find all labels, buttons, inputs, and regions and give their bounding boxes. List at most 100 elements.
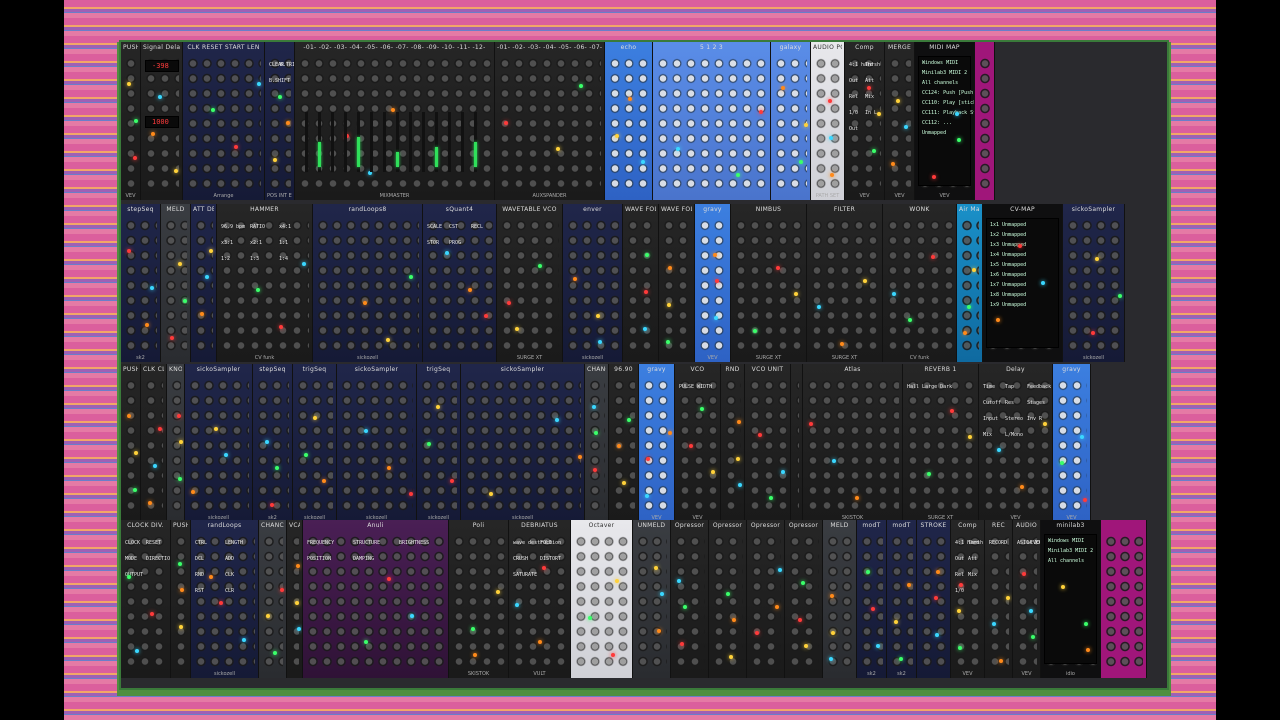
channel-fader[interactable]: [344, 112, 347, 172]
module-controls[interactable]: [890, 534, 913, 668]
module-anuli[interactable]: Anuli FREQUENCY STRUCTURE BRIGHTNESS POSITIO…: [303, 520, 449, 678]
module-controls[interactable]: [750, 534, 781, 668]
channel-fader[interactable]: [370, 112, 373, 172]
module-controls[interactable]: [860, 534, 883, 668]
module-controls[interactable]: [612, 378, 635, 512]
module-controls[interactable]: [124, 218, 157, 352]
module-rec[interactable]: REC RECORD: [985, 520, 1013, 678]
module-controls[interactable]: [920, 534, 947, 668]
module-opressor-1[interactable]: Opressor: [671, 520, 709, 678]
module-echo[interactable]: echo: [605, 42, 653, 200]
module-controls[interactable]: [626, 218, 655, 352]
module-controls[interactable]: [642, 378, 671, 512]
module-controls[interactable]: [124, 534, 167, 668]
module-cv-map[interactable]: CV-MAP 1x1 Unmapped 1x2 Unmapped 1x3 Unmapp…: [983, 204, 1063, 362]
module-wave-folder-b[interactable]: WAVE FOLDER: [659, 204, 695, 362]
module-controls[interactable]: [124, 56, 137, 190]
module-randloops8[interactable]: randLoops8 sickozell: [313, 204, 423, 362]
module-controls[interactable]: [588, 378, 605, 512]
module-controls[interactable]: [1104, 534, 1143, 668]
module-controls[interactable]: [220, 218, 309, 352]
module-filter[interactable]: FILTER SURGE XT: [807, 204, 883, 362]
module-wave-folder-a[interactable]: WAVE FOLDER: [623, 204, 659, 362]
module-sequencer-arrange[interactable]: CLK RESET START LEN Arrange: [183, 42, 265, 200]
module-controls[interactable]: [174, 534, 187, 668]
module-controls[interactable]: [774, 56, 807, 190]
module-nimbus[interactable]: NIMBUS SURGE XT: [731, 204, 807, 362]
module-echo-taps[interactable]: 5 1 2 3: [653, 42, 771, 200]
module-controls[interactable]: [340, 378, 413, 512]
module-controls[interactable]: [810, 218, 879, 352]
mapping-line[interactable]: All channels: [922, 80, 958, 86]
module-opressor-3[interactable]: Opressor: [747, 520, 785, 678]
module-controls[interactable]: [678, 378, 717, 512]
module-gravy-2[interactable]: gravy VEV: [639, 364, 675, 522]
module-edge-magenta-2[interactable]: [1101, 520, 1147, 678]
module-controls[interactable]: [306, 534, 445, 668]
module-rack[interactable]: PUSH VEV Signal Delay -398 1000 CLK RESET STA…: [121, 42, 1167, 688]
mapping-line[interactable]: Minilab3 MIDI 2: [922, 70, 967, 76]
module-squant4[interactable]: sQuant4 SCALE CST RECL STOR PROG: [423, 204, 497, 362]
module-controls[interactable]: [566, 218, 619, 352]
module-controls[interactable]: [452, 534, 505, 668]
module-sickosampler-top[interactable]: sickoSampler sickozell: [1063, 204, 1125, 362]
module-chances-2[interactable]: CHANCES: [259, 520, 287, 678]
mapping-line[interactable]: All channels: [1048, 558, 1084, 564]
channel-fader[interactable]: [422, 112, 425, 172]
module-controls[interactable]: [982, 378, 1049, 512]
channel-fader[interactable]: [409, 112, 412, 172]
module-controls[interactable]: [712, 534, 743, 668]
module-controls[interactable]: [788, 534, 819, 668]
module-push[interactable]: PUSH VEV: [121, 42, 141, 200]
module-controls[interactable]: [608, 56, 649, 190]
module-controls[interactable]: [826, 534, 853, 668]
mapping-line[interactable]: Minilab3 MIDI 2: [1048, 548, 1093, 554]
module-debriatus[interactable]: DEBRIATUS VULT wave destruction FOLD CRUSH DI…: [509, 520, 571, 678]
module-gravy-3[interactable]: gravy VEV: [1053, 364, 1091, 522]
module-atlas[interactable]: Atlas SKISTOK: [803, 364, 903, 522]
mapping-line[interactable]: CC124: Push [Push]: [922, 90, 974, 96]
channel-fader[interactable]: [383, 112, 386, 172]
module-midi-map[interactable]: MIDI MAP VEV Windows MIDI Minilab3 MIDI 2 Al…: [915, 42, 975, 200]
module-controls[interactable]: [734, 218, 803, 352]
module-controls[interactable]: [262, 534, 283, 668]
module-galaxy[interactable]: galaxy: [771, 42, 811, 200]
module-controls[interactable]: [170, 378, 181, 512]
module-signal-delay[interactable]: Signal Delay -398 1000: [141, 42, 183, 200]
mapping-line[interactable]: Windows MIDI: [1048, 538, 1084, 544]
module-controls[interactable]: [988, 534, 1009, 668]
module-trigseq-1[interactable]: trigSeq sickozell: [293, 364, 337, 522]
module-stepseq-2[interactable]: stepSeq sk2: [253, 364, 293, 522]
module-modt-1[interactable]: modT sk2: [857, 520, 887, 678]
module-clk-stack[interactable]: CLK CLR: [141, 364, 167, 522]
module-reverb[interactable]: REVERB 1 SURGE XT Hall Large Dark: [903, 364, 979, 522]
module-controls[interactable]: [464, 378, 581, 512]
module-controls[interactable]: [848, 56, 881, 190]
module-controls[interactable]: [512, 534, 567, 668]
module-push-3[interactable]: PUSH: [171, 520, 191, 678]
mapping-line[interactable]: 1x9 Unmapped: [990, 302, 1026, 308]
module-att-dec[interactable]: ATT DEC: [191, 204, 217, 362]
module-sickosampler-3[interactable]: sickoSampler sickozell: [461, 364, 585, 522]
mapping-line[interactable]: 1x2 Unmapped: [990, 232, 1026, 238]
module-unmeld[interactable]: UNMELD: [633, 520, 671, 678]
module-wavetable-vco[interactable]: WAVETABLE VCO SURGE XT: [497, 204, 563, 362]
module-controls[interactable]: [164, 218, 187, 352]
module-controls[interactable]: [656, 56, 767, 190]
module-controls[interactable]: [426, 218, 493, 352]
module-controls[interactable]: [1016, 534, 1037, 668]
module-comp-2[interactable]: Comp VEV 4:1 hard Thrsh Out Att Rel Mix 1/0: [951, 520, 985, 678]
module-clear-module[interactable]: POS INT EOCCLEARB.TRIGB.SHIFT: [265, 42, 295, 200]
mapping-line[interactable]: 1x1 Unmapped: [990, 222, 1026, 228]
module-controls[interactable]: [498, 56, 601, 190]
module-vco-unit[interactable]: VCO UNIT: [745, 364, 791, 522]
module-path-set[interactable]: AUDIO PORT PATH SET: [811, 42, 845, 200]
mapping-line[interactable]: Unmapped: [922, 130, 946, 136]
module-stroke[interactable]: STROKE: [917, 520, 951, 678]
module-controls[interactable]: [144, 378, 163, 512]
module-controls[interactable]: [978, 56, 991, 190]
module-edge-magenta[interactable]: [975, 42, 995, 200]
module-vca[interactable]: VCA: [287, 520, 303, 678]
mapping-line[interactable]: Windows MIDI: [922, 60, 958, 66]
module-controls[interactable]: [420, 378, 457, 512]
